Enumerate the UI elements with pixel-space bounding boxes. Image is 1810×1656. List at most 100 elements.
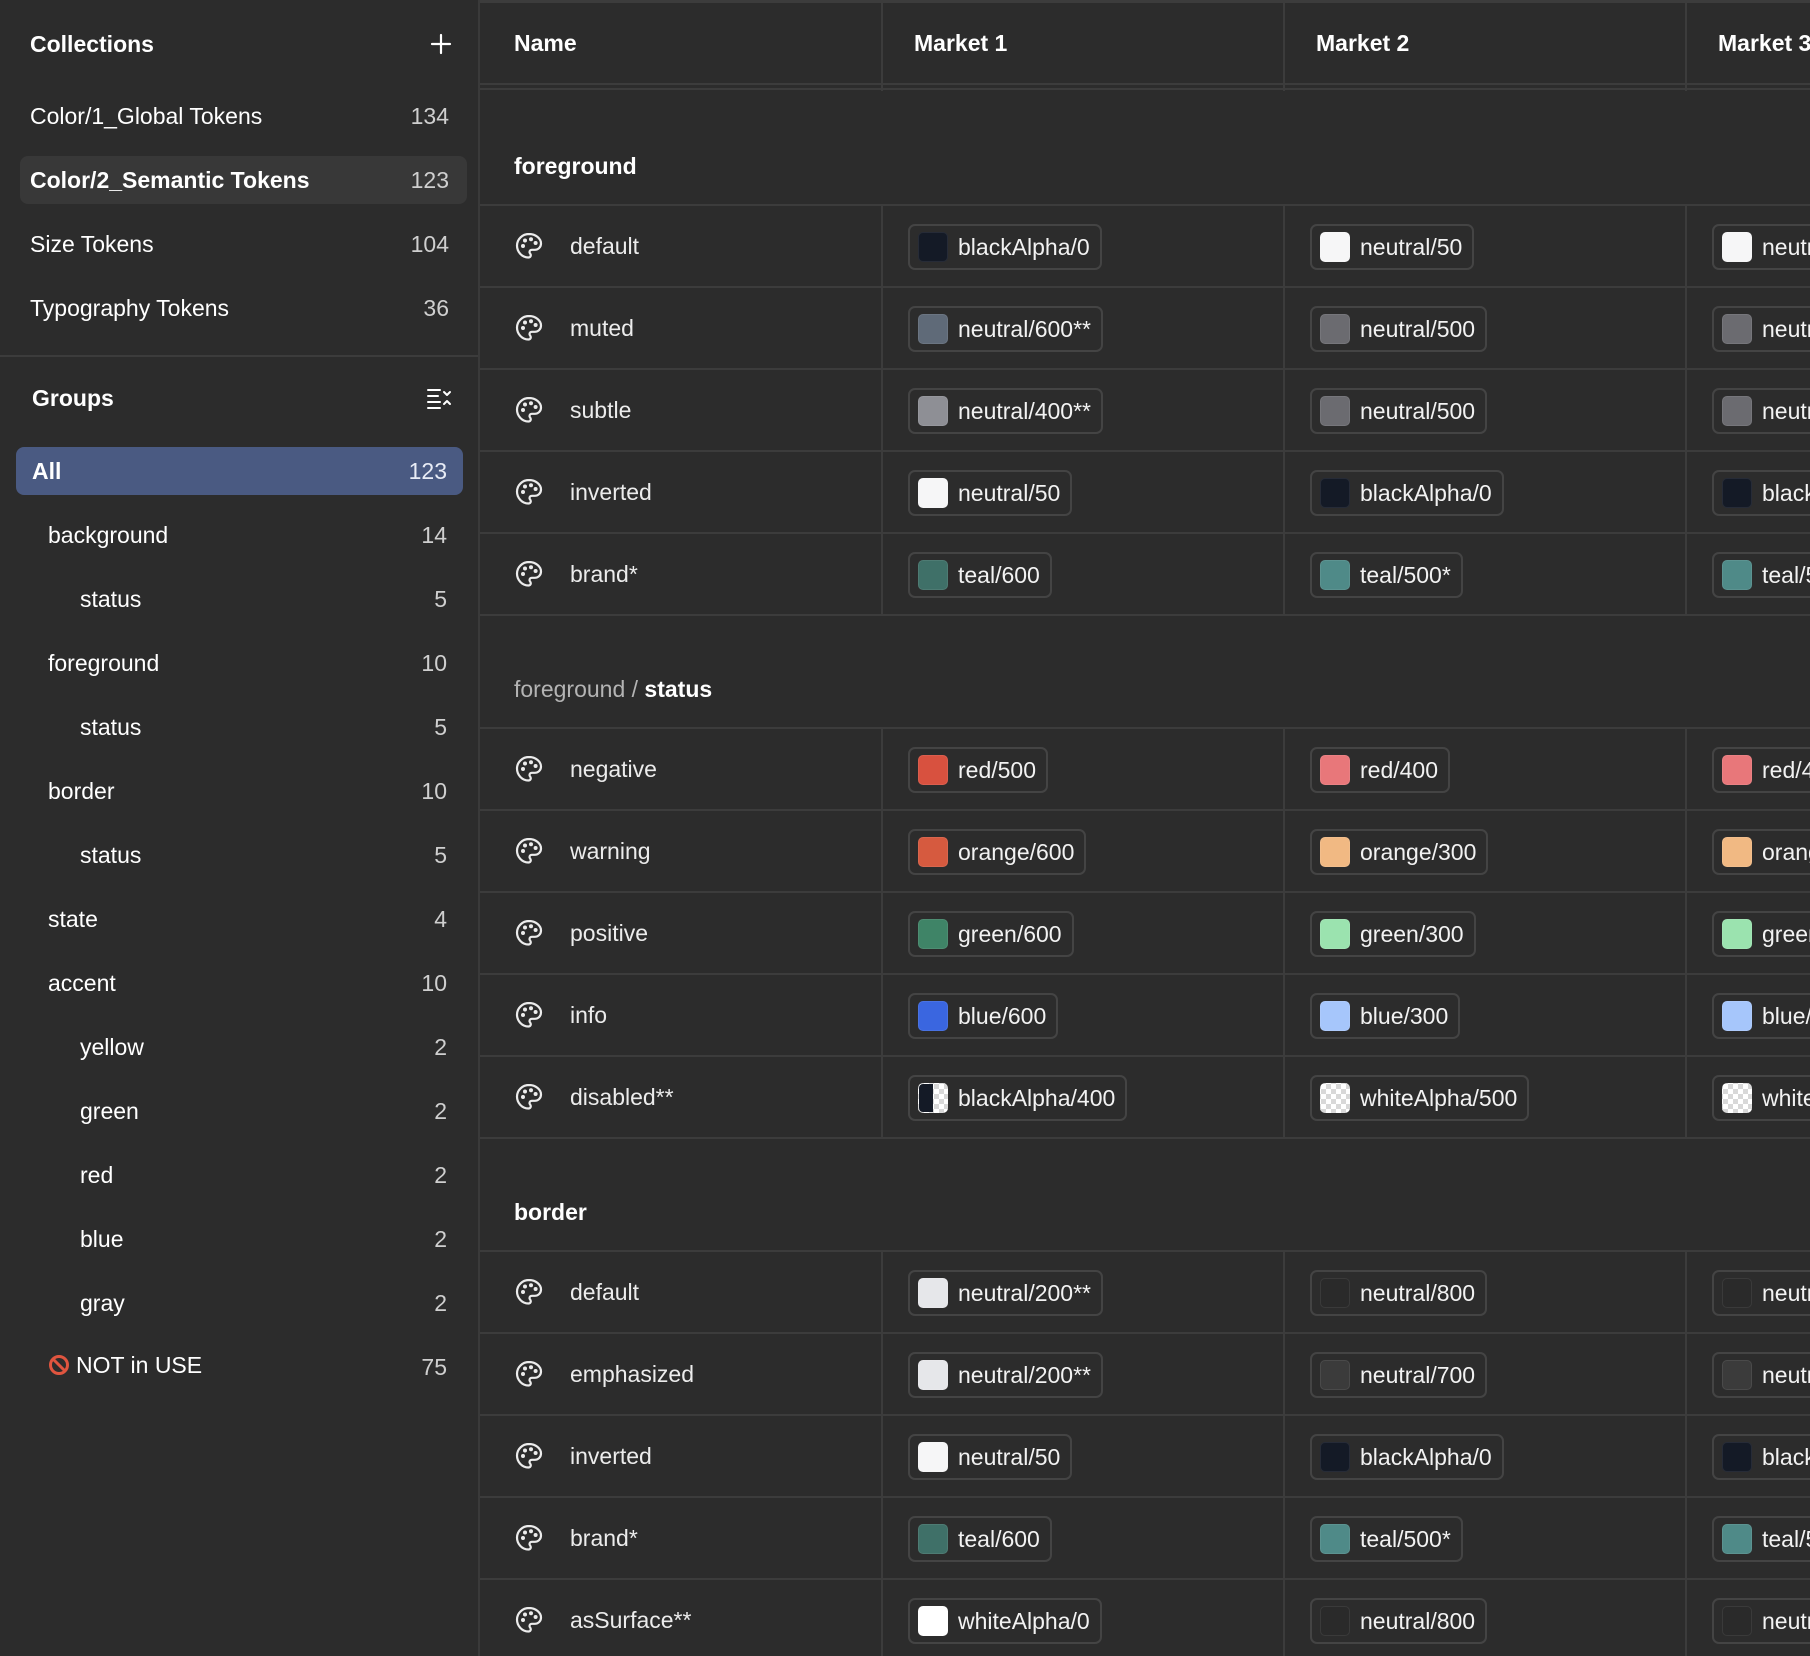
alias-pill-market-3[interactable]: whiteAlpha/500 xyxy=(1712,1075,1810,1121)
alias-pill-market-1[interactable]: neutral/400** xyxy=(908,388,1103,434)
color-swatch xyxy=(1722,478,1752,508)
table-row[interactable]: brand* teal/600 teal/500* teal/500* xyxy=(480,1498,1810,1578)
list-collapse-icon[interactable] xyxy=(426,386,452,410)
alias-pill-market-1[interactable]: blackAlpha/400 xyxy=(908,1075,1128,1121)
group-item[interactable]: gray 2 xyxy=(16,1279,463,1327)
alias-pill-market-3[interactable]: neutral/700 xyxy=(1712,1352,1810,1398)
alias-pill-market-3[interactable]: neutral/800 xyxy=(1712,1598,1810,1644)
group-item[interactable]: status 5 xyxy=(16,575,463,623)
alias-pill-market-2[interactable]: blackAlpha/0 xyxy=(1310,470,1504,516)
alias-pill-market-1[interactable]: blackAlpha/0 xyxy=(908,224,1102,270)
alias-pill-market-2[interactable]: green/300 xyxy=(1310,911,1476,957)
collection-label: Color/1_Global Tokens xyxy=(30,102,263,129)
alias-pill-market-3[interactable]: neutral/800 xyxy=(1712,1270,1810,1316)
alias-pill-market-1[interactable]: neutral/600** xyxy=(908,306,1103,352)
collection-item[interactable]: Typography Tokens 36 xyxy=(20,284,467,332)
variable-name: positive xyxy=(570,919,648,946)
alias-pill-market-2[interactable]: neutral/800 xyxy=(1310,1598,1488,1644)
alias-pill-market-1[interactable]: neutral/200** xyxy=(908,1352,1103,1398)
alias-pill-market-1[interactable]: teal/600 xyxy=(908,1516,1052,1562)
alias-pill-market-1[interactable]: red/500 xyxy=(908,747,1049,793)
column-header-name[interactable]: Name xyxy=(480,3,577,83)
alias-pill-market-3[interactable]: blue/300 xyxy=(1712,993,1810,1039)
group-item[interactable]: foreground 10 xyxy=(16,639,463,687)
table-row[interactable]: asSurface** whiteAlpha/0 neutral/800 neutra… xyxy=(480,1580,1810,1656)
alias-pill-market-2[interactable]: neutral/50 xyxy=(1310,224,1475,270)
alias-label: red/400 xyxy=(1360,756,1439,783)
group-item[interactable]: background 14 xyxy=(16,511,463,559)
alias-pill-market-2[interactable]: orange/300 xyxy=(1310,829,1489,875)
table-row[interactable]: negative red/500 red/400 red/400 xyxy=(480,729,1810,809)
alias-pill-market-3[interactable]: orange/300 xyxy=(1712,829,1810,875)
group-item[interactable]: status 5 xyxy=(16,831,463,879)
alias-pill-market-3[interactable]: blackAlpha/0 xyxy=(1712,470,1810,516)
column-header-market-2[interactable]: Market 2 xyxy=(1282,3,1409,83)
alias-pill-market-1[interactable]: teal/600 xyxy=(908,552,1052,598)
alias-pill-market-2[interactable]: whiteAlpha/500 xyxy=(1310,1075,1530,1121)
alias-pill-market-3[interactable]: teal/500* xyxy=(1712,1516,1810,1562)
alias-pill-market-1[interactable]: orange/600 xyxy=(908,829,1087,875)
group-item[interactable]: state 4 xyxy=(16,895,463,943)
alias-pill-market-1[interactable]: blue/600 xyxy=(908,993,1059,1039)
alias-pill-market-2[interactable]: neutral/500 xyxy=(1310,388,1488,434)
alias-pill-market-3[interactable]: blackAlpha/0 xyxy=(1712,1434,1810,1480)
table-row[interactable]: info blue/600 blue/300 blue/300 xyxy=(480,975,1810,1055)
group-item[interactable]: green 2 xyxy=(16,1087,463,1135)
column-header-market-3[interactable]: Market 3 xyxy=(1684,3,1810,83)
alias-pill-market-3[interactable]: red/400 xyxy=(1712,747,1810,793)
alias-pill-market-1[interactable]: green/600 xyxy=(908,911,1074,957)
table-row[interactable]: emphasized neutral/200** neutral/700 neutra… xyxy=(480,1334,1810,1414)
collection-count: 36 xyxy=(423,294,449,321)
alias-pill-market-3[interactable]: neutral/50 xyxy=(1712,224,1810,270)
collection-item[interactable]: Color/2_Semantic Tokens 123 xyxy=(20,156,467,204)
table-row[interactable]: inverted neutral/50 blackAlpha/0 blackAlpha… xyxy=(480,1416,1810,1496)
color-swatch xyxy=(1320,1606,1350,1636)
alias-pill-market-2[interactable]: neutral/700 xyxy=(1310,1352,1488,1398)
alias-pill-market-1[interactable]: neutral/200** xyxy=(908,1270,1103,1316)
alias-pill-market-3[interactable]: neutral/500 xyxy=(1712,306,1810,352)
table-row[interactable]: brand* teal/600 teal/500* teal/500* xyxy=(480,534,1810,614)
alias-label: blue/300 xyxy=(1360,1002,1449,1029)
alias-pill-market-3[interactable]: green/300 xyxy=(1712,911,1810,957)
collection-item[interactable]: Size Tokens 104 xyxy=(20,220,467,268)
alias-pill-market-2[interactable]: blue/300 xyxy=(1310,993,1461,1039)
alias-pill-market-2[interactable]: teal/500* xyxy=(1310,1516,1463,1562)
alias-pill-market-2[interactable]: red/400 xyxy=(1310,747,1451,793)
color-swatch xyxy=(918,396,948,426)
group-item[interactable]: border 10 xyxy=(16,767,463,815)
table-row[interactable]: inverted neutral/50 blackAlpha/0 blackAlpha… xyxy=(480,452,1810,532)
row-divider xyxy=(480,1414,1810,1416)
table-row[interactable]: default blackAlpha/0 neutral/50 neutral/50 xyxy=(480,206,1810,286)
table-row[interactable]: warning orange/600 orange/300 orange/300 xyxy=(480,811,1810,891)
alias-pill-market-3[interactable]: neutral/500 xyxy=(1712,388,1810,434)
group-item[interactable]: blue 2 xyxy=(16,1215,463,1263)
alias-pill-market-1[interactable]: whiteAlpha/0 xyxy=(908,1598,1102,1644)
alias-label: blackAlpha/0 xyxy=(1360,479,1492,506)
collection-label: Color/2_Semantic Tokens xyxy=(30,166,310,193)
alias-pill-market-2[interactable]: neutral/800 xyxy=(1310,1270,1488,1316)
column-header-market-1[interactable]: Market 1 xyxy=(880,3,1007,83)
section-name: foreground xyxy=(514,152,637,179)
variable-name-cell: emphasized xyxy=(514,1334,694,1414)
plus-icon[interactable] xyxy=(430,27,452,61)
collection-item[interactable]: Color/1_Global Tokens 134 xyxy=(20,92,467,140)
group-item[interactable]: accent 10 xyxy=(16,959,463,1007)
alias-pill-market-2[interactable]: blackAlpha/0 xyxy=(1310,1434,1504,1480)
row-divider xyxy=(480,532,1810,534)
group-item[interactable]: status 5 xyxy=(16,703,463,751)
group-item[interactable]: red 2 xyxy=(16,1151,463,1199)
group-count: 2 xyxy=(434,1289,447,1316)
alias-pill-market-1[interactable]: neutral/50 xyxy=(908,1434,1073,1480)
group-item[interactable]: yellow 2 xyxy=(16,1023,463,1071)
table-row[interactable]: muted neutral/600** neutral/500 neutral/500 xyxy=(480,288,1810,368)
table-row[interactable]: subtle neutral/400** neutral/500 neutral/50… xyxy=(480,370,1810,450)
table-row[interactable]: default neutral/200** neutral/800 neutral/8… xyxy=(480,1252,1810,1332)
alias-pill-market-3[interactable]: teal/500* xyxy=(1712,552,1810,598)
alias-pill-market-2[interactable]: neutral/500 xyxy=(1310,306,1488,352)
table-row[interactable]: positive green/600 green/300 green/300 xyxy=(480,893,1810,973)
table-row[interactable]: disabled** blackAlpha/400 whiteAlpha/500 wh… xyxy=(480,1057,1810,1137)
alias-pill-market-1[interactable]: neutral/50 xyxy=(908,470,1073,516)
alias-pill-market-2[interactable]: teal/500* xyxy=(1310,552,1463,598)
group-item[interactable]: All 123 xyxy=(16,447,463,495)
group-item[interactable]: NOT in USE 75 xyxy=(16,1343,463,1391)
